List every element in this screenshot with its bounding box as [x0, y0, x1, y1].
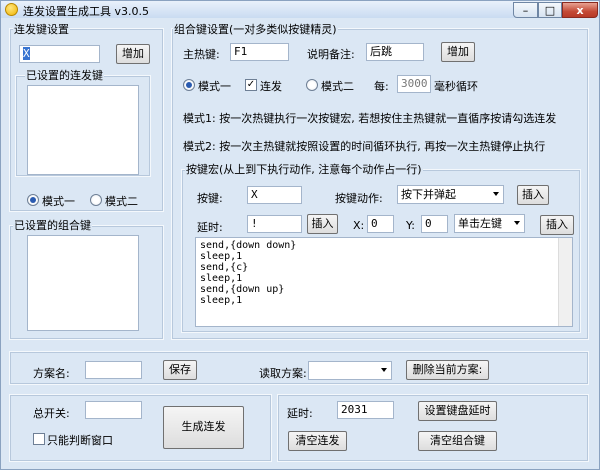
- add-combo-button[interactable]: 增加: [441, 42, 475, 62]
- left-mode1-radio[interactable]: [27, 194, 39, 206]
- maximize-button[interactable]: □: [538, 2, 562, 18]
- repeat-label: 连发: [260, 80, 282, 93]
- x-input[interactable]: 0: [367, 215, 394, 233]
- master-switch-input[interactable]: [85, 401, 142, 419]
- keyboard-delay-input[interactable]: 2031: [337, 401, 394, 419]
- macro-group-title: 按键宏(从上到下执行动作, 注意每个动作占一行): [185, 161, 423, 177]
- set-combo-keys-list[interactable]: [27, 235, 139, 331]
- macro-key-input[interactable]: X: [247, 186, 302, 204]
- repeat-key-input[interactable]: X: [19, 45, 100, 63]
- script-line: send,{c}: [200, 262, 249, 273]
- textarea-scrollbar[interactable]: [558, 238, 572, 326]
- note-input[interactable]: 后跳: [366, 43, 424, 61]
- only-window-label: 只能判断窗口: [47, 434, 113, 447]
- app-icon: [5, 3, 18, 16]
- insert-key-button[interactable]: 插入: [517, 185, 549, 205]
- left-mode1-label: 模式一: [42, 195, 75, 208]
- repeat-checkbox[interactable]: ✓: [245, 79, 257, 91]
- hotkey-label: 主热键:: [183, 48, 220, 61]
- save-scheme-button[interactable]: 保存: [163, 360, 197, 380]
- set-repeat-keys-title: 已设置的连发键: [25, 67, 104, 83]
- script-line: sleep,1: [200, 251, 243, 262]
- set-repeat-keys-list[interactable]: [27, 85, 139, 175]
- scheme-name-input[interactable]: [85, 361, 142, 379]
- interval-input[interactable]: 3000: [397, 75, 431, 93]
- delete-scheme-button[interactable]: 删除当前方案:: [406, 360, 489, 380]
- script-line: send,{down up}: [200, 284, 285, 295]
- insert-click-button[interactable]: 插入: [540, 215, 574, 235]
- mode1-description: 模式1: 按一次热键执行一次按键宏, 若想按住主热键就一直循序按请勾选连发: [183, 112, 557, 125]
- clear-combo-button[interactable]: 清空组合键: [418, 431, 497, 451]
- click-select[interactable]: 单击左键: [454, 214, 525, 233]
- y-input[interactable]: 0: [421, 215, 448, 233]
- delay-label: 延时:: [197, 221, 223, 234]
- left-mode2-radio[interactable]: [90, 194, 102, 206]
- mode1-radio[interactable]: [183, 79, 195, 91]
- scheme-select[interactable]: [308, 361, 392, 380]
- master-switch-label: 总开关:: [33, 407, 70, 420]
- app-window: 连发设置生成工具 v3.0.5 – □ x 连发键设置 X 增加 已设置的连发键…: [0, 0, 600, 470]
- keyboard-delay-label: 延时:: [287, 407, 313, 420]
- mode2-radio[interactable]: [306, 79, 318, 91]
- mode2-description: 模式2: 按一次主热键就按照设置的时间循环执行, 再按一次主热键停止执行: [183, 140, 546, 153]
- insert-delay-button[interactable]: 插入: [307, 214, 338, 234]
- action-select[interactable]: 按下并弹起: [397, 185, 504, 204]
- window-title: 连发设置生成工具 v3.0.5: [23, 5, 149, 18]
- chevron-down-icon: [381, 368, 387, 372]
- key-label: 按键:: [197, 192, 223, 205]
- mode2-label: 模式二: [321, 80, 354, 93]
- scheme-name-label: 方案名:: [33, 367, 70, 380]
- x-label: X:: [353, 219, 365, 232]
- only-window-checkbox[interactable]: [33, 433, 45, 445]
- note-label: 说明备注:: [307, 48, 355, 61]
- left-mode2-label: 模式二: [105, 195, 138, 208]
- macro-script-textarea[interactable]: send,{down down} sleep,1 send,{c} sleep,…: [195, 237, 573, 327]
- repeat-key-group-title: 连发键设置: [13, 21, 70, 37]
- minimize-button[interactable]: –: [513, 2, 538, 18]
- title-bar[interactable]: 连发设置生成工具 v3.0.5 – □ x: [1, 1, 599, 18]
- script-line: sleep,1: [200, 273, 243, 284]
- y-label: Y:: [406, 219, 415, 232]
- add-repeat-key-button[interactable]: 增加: [116, 44, 150, 64]
- clear-repeat-button[interactable]: 清空连发: [288, 431, 347, 451]
- chevron-down-icon: [514, 221, 520, 225]
- generate-repeat-button[interactable]: 生成连发: [163, 406, 244, 449]
- every-label: 每:: [374, 80, 389, 93]
- action-label: 按键动作:: [335, 192, 383, 205]
- script-line: send,{down down}: [200, 240, 297, 251]
- chevron-down-icon: [493, 192, 499, 196]
- set-keyboard-delay-button[interactable]: 设置键盘延时: [418, 401, 497, 421]
- combo-key-group-title: 已设置的组合键: [13, 217, 92, 233]
- hotkey-input[interactable]: F1: [230, 43, 289, 61]
- script-line: sleep,1: [200, 295, 243, 306]
- combo-settings-title: 组合键设置(一对多类似按键精灵): [173, 21, 338, 37]
- delay-input[interactable]: !: [247, 215, 302, 233]
- ms-cycle-label: 毫秒循环: [434, 80, 478, 93]
- mode1-label: 模式一: [198, 80, 231, 93]
- read-scheme-label: 读取方案:: [259, 367, 307, 380]
- close-button[interactable]: x: [562, 2, 598, 18]
